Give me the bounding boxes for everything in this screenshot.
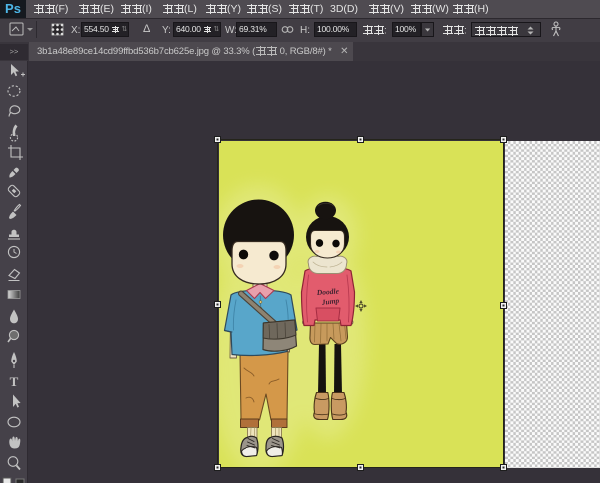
svg-text:T: T <box>10 374 19 389</box>
